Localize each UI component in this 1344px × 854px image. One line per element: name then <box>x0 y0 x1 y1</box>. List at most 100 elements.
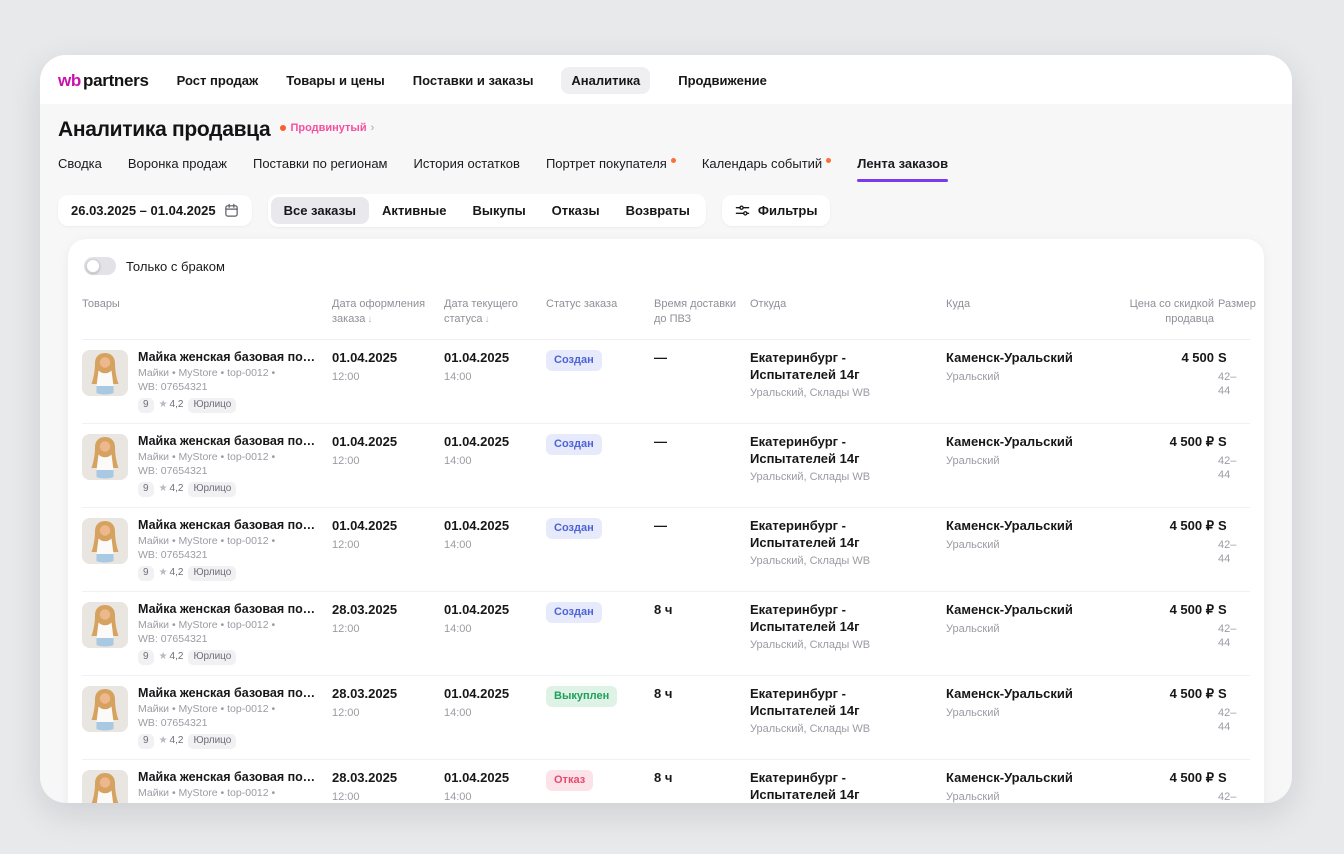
tab-events-calendar[interactable]: Календарь событий <box>702 156 831 182</box>
nav-item-promotion[interactable]: Продвижение <box>678 67 767 94</box>
nav-item-sales-growth[interactable]: Рост продаж <box>177 67 259 94</box>
size-range: 42–44 <box>1218 538 1238 567</box>
price-cell: 4 500 ₽ <box>1122 770 1218 803</box>
filter-active[interactable]: Активные <box>369 197 459 224</box>
to-location: Каменск-Уральский <box>946 770 1110 787</box>
date-range-picker[interactable]: 26.03.2025 – 01.04.2025 <box>58 195 252 226</box>
order-date: 01.04.2025 <box>332 350 432 367</box>
filter-buyouts[interactable]: Выкупы <box>459 197 538 224</box>
nav-item-analytics[interactable]: Аналитика <box>561 67 650 94</box>
product-image[interactable] <box>82 770 128 803</box>
delivery-time-cell: 8 ч <box>654 770 750 803</box>
rating-value: 4,2 <box>170 568 184 578</box>
tab-buyer-portrait[interactable]: Портрет покупателя <box>546 156 676 182</box>
to-location: Каменск-Уральский <box>946 686 1110 703</box>
wb-partners-logo[interactable]: wbpartners <box>58 71 149 91</box>
product-cell: Майка женская базовая под пи... Майки • … <box>82 686 332 749</box>
tab-supplies-by-region[interactable]: Поставки по регионам <box>253 156 388 182</box>
table-row[interactable]: Майка женская базовая под пи... Майки • … <box>82 424 1250 508</box>
tab-summary[interactable]: Сводка <box>58 156 102 182</box>
rating-value: 4,2 <box>170 736 184 746</box>
product-info: Майка женская базовая под пи... Майки • … <box>138 518 320 581</box>
toggle-knob <box>86 259 100 273</box>
order-type-segmented-control: Все заказы Активные Выкупы Отказы Возвра… <box>268 194 706 227</box>
table-row[interactable]: Майка женская базовая под пи... Майки • … <box>82 340 1250 424</box>
order-time: 12:00 <box>332 706 432 720</box>
order-time: 12:00 <box>332 370 432 384</box>
order-status-badge: Создан <box>546 434 602 455</box>
product-cell: Майка женская базовая под пи... Майки • … <box>82 770 332 803</box>
from-cell: Екатеринбург - Испытателей 14г Уральский… <box>750 770 946 803</box>
defect-only-toggle[interactable] <box>84 257 116 275</box>
filter-all-orders[interactable]: Все заказы <box>271 197 369 224</box>
product-photo-placeholder <box>82 686 128 732</box>
filter-declines[interactable]: Отказы <box>539 197 613 224</box>
order-status-badge: Создан <box>546 518 602 539</box>
nav-item-goods-prices[interactable]: Товары и цены <box>286 67 385 94</box>
product-info: Майка женская базовая под пи... Майки • … <box>138 602 320 665</box>
entity-badge: Юрлицо <box>188 566 236 581</box>
product-image[interactable] <box>82 686 128 732</box>
table-row[interactable]: Майка женская базовая под пи... Майки • … <box>82 592 1250 676</box>
column-header-order-date[interactable]: Дата оформления заказа↓ <box>332 289 444 339</box>
product-name[interactable]: Майка женская базовая под пи... <box>138 770 320 785</box>
product-meta: Майки • MyStore • top-0012 • <box>138 451 320 464</box>
product-name[interactable]: Майка женская базовая под пи... <box>138 686 320 701</box>
product-image[interactable] <box>82 434 128 480</box>
delivery-time-value: — <box>654 518 738 535</box>
to-region: Уральский <box>946 622 1110 636</box>
star-icon: ★ <box>159 652 168 662</box>
table-row[interactable]: Майка женская базовая под пи... Майки • … <box>82 508 1250 592</box>
table-row[interactable]: Майка женская базовая под пи... Майки • … <box>82 760 1250 803</box>
logo-partners-text: partners <box>83 71 149 90</box>
nav-item-supplies-orders[interactable]: Поставки и заказы <box>413 67 534 94</box>
column-header-status-date[interactable]: Дата текущего статуса↓ <box>444 289 546 339</box>
product-wb-code: WB: 07654321 <box>138 465 320 478</box>
product-image[interactable] <box>82 602 128 648</box>
product-info: Майка женская базовая под пи... Майки • … <box>138 686 320 749</box>
size-range: 42–44 <box>1218 790 1238 803</box>
status-date-cell: 01.04.2025 14:00 <box>444 350 546 413</box>
quantity-badge: 9 <box>138 734 154 749</box>
to-location: Каменск-Уральский <box>946 434 1110 451</box>
product-name[interactable]: Майка женская базовая под пи... <box>138 350 320 365</box>
product-photo-placeholder <box>82 518 128 564</box>
table-row[interactable]: Майка женская базовая под пи... Майки • … <box>82 676 1250 760</box>
size-cell: S 42–44 <box>1218 434 1250 497</box>
size-cell: S 42–44 <box>1218 518 1250 581</box>
from-location: Екатеринбург - Испытателей 14г <box>750 434 934 468</box>
status-date-cell: 01.04.2025 14:00 <box>444 602 546 665</box>
tab-sales-funnel[interactable]: Воронка продаж <box>128 156 227 182</box>
product-name[interactable]: Майка женская базовая под пи... <box>138 434 320 449</box>
product-image[interactable] <box>82 350 128 396</box>
product-name[interactable]: Майка женская базовая под пи... <box>138 602 320 617</box>
filter-returns[interactable]: Возвраты <box>613 197 703 224</box>
column-header-size: Размер <box>1218 289 1268 339</box>
calendar-icon <box>224 203 239 218</box>
size-cell: S 42–44 <box>1218 770 1250 803</box>
page-header: Аналитика продавца Продвинутый › <box>58 118 1274 142</box>
to-location: Каменск-Уральский <box>946 602 1110 619</box>
filters-button[interactable]: Фильтры <box>722 195 831 226</box>
tab-stock-history[interactable]: История остатков <box>414 156 520 182</box>
product-cell: Майка женская базовая под пи... Майки • … <box>82 518 332 581</box>
plan-badge[interactable]: Продвинутый › <box>280 122 374 134</box>
size-value: S <box>1218 770 1238 787</box>
delivery-time-cell: 8 ч <box>654 602 750 665</box>
order-date-cell: 01.04.2025 12:00 <box>332 350 444 413</box>
orders-table-card: Только с браком Товары Дата оформления з… <box>68 239 1264 803</box>
tab-orders-feed[interactable]: Лента заказов <box>857 156 948 182</box>
product-meta: Майки • MyStore • top-0012 • <box>138 703 320 716</box>
order-date: 01.04.2025 <box>332 434 432 451</box>
order-date-cell: 01.04.2025 12:00 <box>332 518 444 581</box>
delivery-time-cell: — <box>654 434 750 497</box>
size-value: S <box>1218 602 1238 619</box>
product-name[interactable]: Майка женская базовая под пи... <box>138 518 320 533</box>
star-icon: ★ <box>159 400 168 410</box>
status-date: 01.04.2025 <box>444 686 534 703</box>
product-image[interactable] <box>82 518 128 564</box>
order-time: 12:00 <box>332 454 432 468</box>
rating-value: 4,2 <box>170 484 184 494</box>
product-badges: 9 ★4,2 Юрлицо <box>138 650 320 665</box>
column-header-products: Товары <box>82 289 332 339</box>
